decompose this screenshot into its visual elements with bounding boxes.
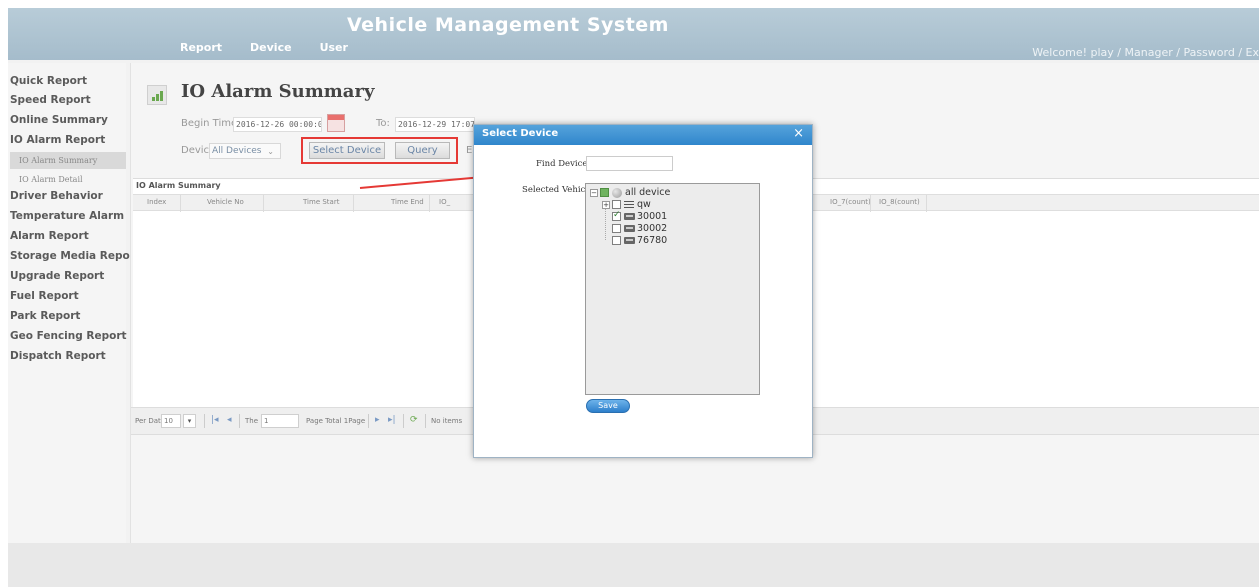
sidebar-item-park-report[interactable]: Park Report [10, 310, 80, 322]
next-page-icon[interactable]: ▸ [375, 415, 380, 425]
per-data-select[interactable]: 10 [161, 414, 181, 428]
tree-label[interactable]: 76780 [637, 235, 667, 246]
user-name-link[interactable]: play [1091, 46, 1114, 59]
sidebar-item-quick-report[interactable]: Quick Report [10, 75, 87, 87]
col-vehicle-no[interactable]: Vehicle No [207, 198, 244, 206]
col-io-partial[interactable]: IO_ [439, 198, 450, 206]
prev-page-icon[interactable]: ◂ [227, 415, 232, 425]
find-device-label: Find Device: [536, 159, 591, 169]
tree-node-vehicle: 30001 [612, 210, 667, 222]
group-checkbox[interactable] [612, 200, 621, 209]
vehicle-icon [624, 237, 635, 244]
all-device-checkbox[interactable] [600, 188, 609, 197]
footer-bar [8, 543, 1259, 587]
first-page-icon[interactable]: |◂ [211, 415, 219, 425]
sidebar-item-geo-fencing-report[interactable]: Geo Fencing Report [10, 330, 127, 342]
nav-report[interactable]: Report [180, 41, 222, 54]
tree-label[interactable]: 30001 [637, 211, 667, 222]
dialog-header: Select Device × [474, 125, 812, 145]
col-index[interactable]: Index [147, 198, 166, 206]
sidebar-item-alarm-report[interactable]: Alarm Report [10, 230, 89, 242]
tree-expander[interactable]: − [590, 188, 598, 197]
page-number-input[interactable]: 1 [261, 414, 299, 428]
begin-time-label: Begin Time: [181, 118, 241, 129]
vehicle-tree: − all device + qw 30001 30002 [585, 183, 760, 395]
sidebar-item-io-alarm-report[interactable]: IO Alarm Report [10, 134, 105, 146]
per-data-dropdown-icon[interactable]: ▾ [183, 414, 196, 428]
sidebar: Quick Report Speed Report Online Summary… [8, 63, 140, 543]
user-links: Welcome! play / Manager / Password / Ex [1032, 46, 1259, 59]
sidebar-item-temperature-alarm[interactable]: Temperature Alarm [10, 210, 124, 222]
device-select[interactable]: All Devices ⌄ [209, 143, 281, 159]
sidebar-subitem-io-alarm-detail[interactable]: IO Alarm Detail [10, 171, 126, 188]
password-link[interactable]: Password [1183, 46, 1234, 59]
sidebar-item-upgrade-report[interactable]: Upgrade Report [10, 270, 104, 282]
role-link[interactable]: Manager [1125, 46, 1173, 59]
sidebar-item-speed-report[interactable]: Speed Report [10, 94, 91, 106]
chevron-down-icon: ⌄ [267, 147, 274, 156]
refresh-icon[interactable]: ⟳ [410, 415, 418, 425]
group-list-icon [624, 200, 634, 209]
vehicle-checkbox[interactable] [612, 236, 621, 245]
to-time-label: To: [376, 118, 390, 129]
end-time-input[interactable]: 2016-12-29 17:07:36 [395, 117, 475, 132]
tree-node-group: + qw [602, 199, 651, 210]
sidebar-item-online-summary[interactable]: Online Summary [10, 114, 108, 126]
page-frame: Vehicle Management System Report Device … [8, 8, 1259, 587]
dialog-title: Select Device [482, 128, 559, 139]
save-button[interactable]: Save [586, 399, 630, 413]
vehicle-checkbox[interactable] [612, 210, 621, 221]
vehicle-icon [624, 213, 635, 220]
no-items-label: No items [431, 417, 463, 425]
last-page-icon[interactable]: ▸| [388, 415, 396, 425]
the-label: The [245, 417, 259, 425]
tree-node-vehicle: 76780 [612, 235, 667, 246]
vehicle-checkbox[interactable] [612, 224, 621, 233]
exit-link[interactable]: Ex [1246, 46, 1259, 59]
tree-expander[interactable]: + [602, 200, 610, 209]
sidebar-subitem-io-alarm-summary[interactable]: IO Alarm Summary [10, 152, 126, 169]
col-time-start[interactable]: Time Start [303, 198, 339, 206]
vehicle-icon [624, 225, 635, 232]
globe-icon [612, 187, 622, 198]
col-io7-count[interactable]: IO_7(count) [830, 198, 871, 206]
grid-title: IO Alarm Summary [136, 181, 221, 190]
tree-label[interactable]: qw [637, 199, 651, 210]
tree-label[interactable]: 30002 [637, 223, 667, 234]
app-header: Vehicle Management System Report Device … [8, 8, 1259, 60]
tree-label[interactable]: all device [625, 187, 670, 198]
begin-time-input[interactable]: 2016-12-26 00:00:00 [233, 117, 322, 132]
find-device-input[interactable] [586, 156, 673, 171]
device-select-value: All Devices [212, 146, 262, 156]
tree-node-all-device: − all device [590, 187, 670, 198]
highlight-box [301, 137, 458, 164]
tree-node-vehicle: 30002 [612, 223, 667, 234]
col-time-end[interactable]: Time End [391, 198, 424, 206]
welcome-text: Welcome! [1032, 46, 1091, 59]
nav-device[interactable]: Device [250, 41, 292, 54]
sidebar-item-storage-media-report[interactable]: Storage Media Report [10, 250, 140, 262]
export-button-partial[interactable]: E [466, 145, 472, 156]
report-icon [147, 85, 167, 105]
sidebar-item-driver-behavior[interactable]: Driver Behavior [10, 190, 103, 202]
page-total-label: Page Total 1Page [306, 417, 366, 425]
nav-user[interactable]: User [320, 41, 348, 54]
select-device-dialog: Select Device × Find Device: Selected Ve… [473, 124, 813, 458]
sidebar-item-dispatch-report[interactable]: Dispatch Report [10, 350, 106, 362]
top-nav: Report Device User [180, 41, 376, 54]
page-title: IO Alarm Summary [181, 81, 375, 102]
close-icon[interactable]: × [793, 126, 804, 141]
app-title: Vehicle Management System [347, 14, 669, 36]
sidebar-item-fuel-report[interactable]: Fuel Report [10, 290, 79, 302]
begin-calendar-icon[interactable] [327, 114, 345, 132]
col-io8-count[interactable]: IO_8(count) [879, 198, 920, 206]
